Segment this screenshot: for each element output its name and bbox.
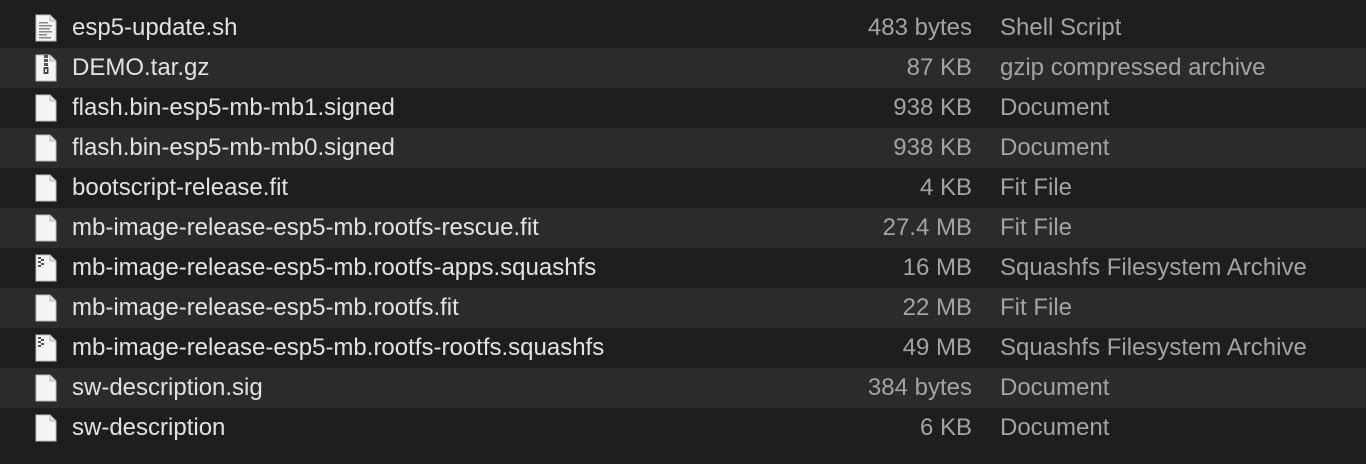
document-file-icon	[35, 134, 57, 162]
document-file-icon	[35, 174, 57, 202]
document-file-icon	[35, 214, 57, 242]
file-size: 384 bytes	[867, 374, 972, 401]
file-name: mb-image-release-esp5-mb.rootfs-rootfs.s…	[72, 334, 605, 361]
file-row[interactable]: flash.bin-esp5-mb-mb1.signed 938 KB Docu…	[0, 88, 1366, 128]
file-name: mb-image-release-esp5-mb.rootfs-rescue.f…	[72, 214, 539, 241]
file-name: DEMO.tar.gz	[72, 54, 210, 81]
file-size: 27.4 MB	[882, 214, 972, 241]
file-name: esp5-update.sh	[72, 14, 238, 41]
file-size: 938 KB	[893, 94, 972, 121]
file-kind: Fit File	[1000, 214, 1072, 241]
file-list: esp5-update.sh 483 bytes Shell Script DE…	[0, 8, 1366, 448]
file-kind: gzip compressed archive	[1000, 54, 1266, 81]
file-kind: Squashfs Filesystem Archive	[1000, 334, 1307, 361]
file-kind: Squashfs Filesystem Archive	[1000, 254, 1307, 281]
document-file-icon	[35, 94, 57, 122]
file-name: mb-image-release-esp5-mb.rootfs.fit	[72, 294, 459, 321]
file-size: 483 bytes	[867, 14, 972, 41]
file-name: flash.bin-esp5-mb-mb0.signed	[72, 134, 395, 161]
document-file-icon	[35, 414, 57, 442]
document-file-icon	[35, 294, 57, 322]
file-name: flash.bin-esp5-mb-mb1.signed	[72, 94, 395, 121]
file-size: 87 KB	[906, 54, 972, 81]
file-size: 4 KB	[919, 174, 972, 201]
file-row[interactable]: mb-image-release-esp5-mb.rootfs-rootfs.s…	[0, 328, 1366, 368]
file-name: sw-description	[72, 414, 226, 441]
document-file-icon	[35, 374, 57, 402]
file-kind: Shell Script	[1000, 14, 1122, 41]
file-row[interactable]: flash.bin-esp5-mb-mb0.signed 938 KB Docu…	[0, 128, 1366, 168]
archive-file-icon	[35, 54, 57, 82]
file-row[interactable]: mb-image-release-esp5-mb.rootfs.fit 22 M…	[0, 288, 1366, 328]
file-kind: Document	[1000, 94, 1110, 121]
file-name: mb-image-release-esp5-mb.rootfs-apps.squ…	[72, 254, 597, 281]
file-kind: Fit File	[1000, 174, 1072, 201]
file-size: 16 MB	[902, 254, 972, 281]
file-name: sw-description.sig	[72, 374, 263, 401]
file-row[interactable]: sw-description.sig 384 bytes Document	[0, 368, 1366, 408]
file-size: 938 KB	[893, 134, 972, 161]
script-file-icon	[35, 14, 57, 42]
file-row[interactable]: bootscript-release.fit 4 KB Fit File	[0, 168, 1366, 208]
squashfs-archive-icon	[35, 254, 57, 282]
file-row[interactable]: sw-description 6 KB Document	[0, 408, 1366, 448]
file-kind: Document	[1000, 134, 1110, 161]
file-size: 49 MB	[902, 334, 972, 361]
file-name: bootscript-release.fit	[72, 174, 289, 201]
file-kind: Document	[1000, 414, 1110, 441]
file-row[interactable]: mb-image-release-esp5-mb.rootfs-apps.squ…	[0, 248, 1366, 288]
file-row[interactable]: esp5-update.sh 483 bytes Shell Script	[0, 8, 1366, 48]
file-row[interactable]: mb-image-release-esp5-mb.rootfs-rescue.f…	[0, 208, 1366, 248]
file-kind: Document	[1000, 374, 1110, 401]
file-size: 22 MB	[902, 294, 972, 321]
file-row[interactable]: DEMO.tar.gz 87 KB gzip compressed archiv…	[0, 48, 1366, 88]
file-size: 6 KB	[919, 414, 972, 441]
file-kind: Fit File	[1000, 294, 1072, 321]
squashfs-archive-icon	[35, 334, 57, 362]
